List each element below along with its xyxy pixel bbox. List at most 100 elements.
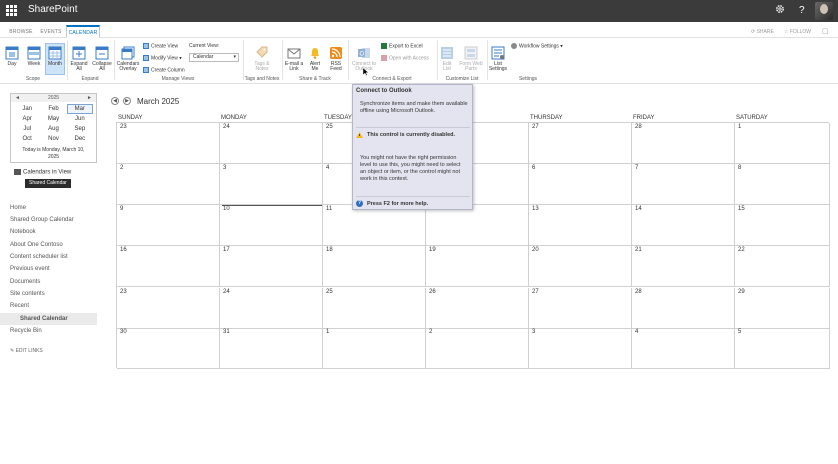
- day-cell[interactable]: 27: [529, 288, 632, 329]
- day-number[interactable]: 25: [326, 124, 333, 130]
- day-cell[interactable]: 23: [117, 123, 220, 164]
- day-number[interactable]: 27: [532, 289, 539, 295]
- day-cell[interactable]: 3: [220, 164, 323, 205]
- day-cell[interactable]: 24: [220, 123, 323, 164]
- prev-month-icon[interactable]: ◀: [111, 97, 119, 105]
- nav-item-previous-event[interactable]: Previous event: [10, 265, 50, 273]
- day-cell[interactable]: 23: [117, 288, 220, 329]
- shared-calendar-chip[interactable]: Shared Calendar: [25, 179, 71, 188]
- day-cell[interactable]: 10: [220, 205, 323, 246]
- day-number[interactable]: 6: [532, 165, 535, 171]
- nav-item-notebook[interactable]: Notebook: [10, 228, 36, 236]
- day-number[interactable]: 15: [738, 206, 745, 212]
- day-number[interactable]: 14: [635, 206, 642, 212]
- day-cell[interactable]: 7: [632, 164, 735, 205]
- day-number[interactable]: 24: [223, 124, 230, 130]
- mini-month-feb[interactable]: Feb: [40, 104, 66, 114]
- day-cell[interactable]: 11: [323, 205, 426, 246]
- day-number[interactable]: 23: [120, 124, 127, 130]
- nav-item-shared-calendar[interactable]: Shared Calendar: [20, 315, 68, 323]
- day-cell[interactable]: 3: [529, 328, 632, 369]
- nav-item-recent[interactable]: Recent: [10, 302, 29, 310]
- day-cell[interactable]: 15: [735, 205, 830, 246]
- day-cell[interactable]: 25: [323, 288, 426, 329]
- avatar[interactable]: [815, 2, 833, 20]
- day-cell[interactable]: 31: [220, 328, 323, 369]
- day-cell[interactable]: 27: [529, 123, 632, 164]
- day-number[interactable]: 5: [738, 329, 741, 335]
- mini-month-nov[interactable]: Nov: [40, 134, 66, 144]
- day-cell[interactable]: 14: [632, 205, 735, 246]
- month-view-button[interactable]: Month: [45, 43, 65, 75]
- week-view-button[interactable]: Week: [24, 46, 44, 67]
- day-cell[interactable]: 26: [426, 288, 529, 329]
- tab-calendar[interactable]: CALENDAR: [66, 25, 100, 38]
- day-view-button[interactable]: Day: [3, 46, 21, 67]
- collapse-all-button[interactable]: Collapse All: [91, 46, 113, 72]
- day-number[interactable]: 17: [223, 247, 230, 253]
- edit-list-button[interactable]: Edit List: [439, 46, 455, 72]
- day-number[interactable]: 21: [635, 247, 642, 253]
- mini-month-may[interactable]: May: [40, 114, 66, 124]
- workflow-settings-button[interactable]: Workflow Settings ▾: [511, 43, 563, 49]
- day-number[interactable]: 20: [532, 247, 539, 253]
- mini-month-jun[interactable]: Jun: [67, 114, 93, 124]
- open-access-button[interactable]: Open with Access: [381, 55, 429, 61]
- day-cell[interactable]: 17: [220, 246, 323, 287]
- day-number[interactable]: 28: [635, 124, 642, 130]
- mini-month-dec[interactable]: Dec: [67, 134, 93, 144]
- nav-item-home[interactable]: Home: [10, 204, 26, 212]
- day-cell[interactable]: 2: [426, 328, 529, 369]
- nav-item-documents[interactable]: Documents: [10, 278, 40, 286]
- day-number[interactable]: 31: [223, 329, 230, 335]
- nav-item-shared-group-calendar[interactable]: Shared Group Calendar: [10, 216, 74, 224]
- calendars-overlay-button[interactable]: Calendars Overlay: [116, 46, 140, 72]
- mini-month-apr[interactable]: Apr: [14, 114, 40, 124]
- day-number[interactable]: 7: [635, 165, 638, 171]
- create-view-button[interactable]: Create View: [143, 43, 178, 49]
- rss-feed-button[interactable]: RSS Feed: [328, 46, 344, 72]
- day-number[interactable]: 28: [635, 289, 642, 295]
- day-number[interactable]: 11: [326, 206, 332, 212]
- day-number[interactable]: 26: [429, 289, 436, 295]
- focus-icon[interactable]: ▢: [822, 26, 829, 38]
- day-cell[interactable]: 28: [632, 123, 735, 164]
- expand-all-button[interactable]: Expand All: [69, 46, 89, 72]
- day-cell[interactable]: 18: [323, 246, 426, 287]
- day-number[interactable]: 25: [326, 289, 333, 295]
- day-number[interactable]: 9: [120, 206, 123, 212]
- day-cell[interactable]: 8: [735, 164, 830, 205]
- day-cell[interactable]: 29: [735, 288, 830, 329]
- mini-month-sep[interactable]: Sep: [67, 124, 93, 134]
- day-cell[interactable]: 22: [735, 246, 830, 287]
- day-cell[interactable]: 30: [117, 328, 220, 369]
- modify-view-button[interactable]: Modify View ▾: [143, 55, 182, 61]
- day-number[interactable]: 2: [429, 329, 432, 335]
- day-number[interactable]: 29: [738, 289, 745, 295]
- tab-events[interactable]: EVENTS: [38, 26, 64, 38]
- day-cell[interactable]: 20: [529, 246, 632, 287]
- day-number[interactable]: 19: [429, 247, 436, 253]
- day-cell[interactable]: 4: [632, 328, 735, 369]
- day-number[interactable]: 3: [223, 165, 226, 171]
- edit-links-button[interactable]: ✎ EDIT LINKS: [10, 347, 43, 355]
- share-button[interactable]: ⟳ SHARE: [751, 26, 774, 38]
- tags-notes-button[interactable]: Tags & Notes: [250, 46, 274, 72]
- day-number[interactable]: 13: [532, 206, 539, 212]
- day-number[interactable]: 23: [120, 289, 127, 295]
- day-cell[interactable]: 13: [529, 205, 632, 246]
- mini-month-mar[interactable]: Mar: [66, 104, 93, 114]
- day-number[interactable]: 4: [635, 329, 638, 335]
- day-cell[interactable]: 21: [632, 246, 735, 287]
- day-number[interactable]: 1: [326, 329, 329, 335]
- day-cell[interactable]: 12: [426, 205, 529, 246]
- gear-icon[interactable]: [775, 4, 785, 18]
- list-settings-button[interactable]: List Settings: [488, 46, 508, 72]
- waffle-icon[interactable]: [6, 5, 17, 16]
- app-title[interactable]: SharePoint: [28, 4, 77, 15]
- tab-browse[interactable]: BROWSE: [6, 26, 36, 38]
- day-cell[interactable]: 28: [632, 288, 735, 329]
- mini-month-jul[interactable]: Jul: [14, 124, 40, 134]
- next-year-icon[interactable]: ►: [87, 94, 92, 102]
- day-number[interactable]: 1: [738, 124, 741, 130]
